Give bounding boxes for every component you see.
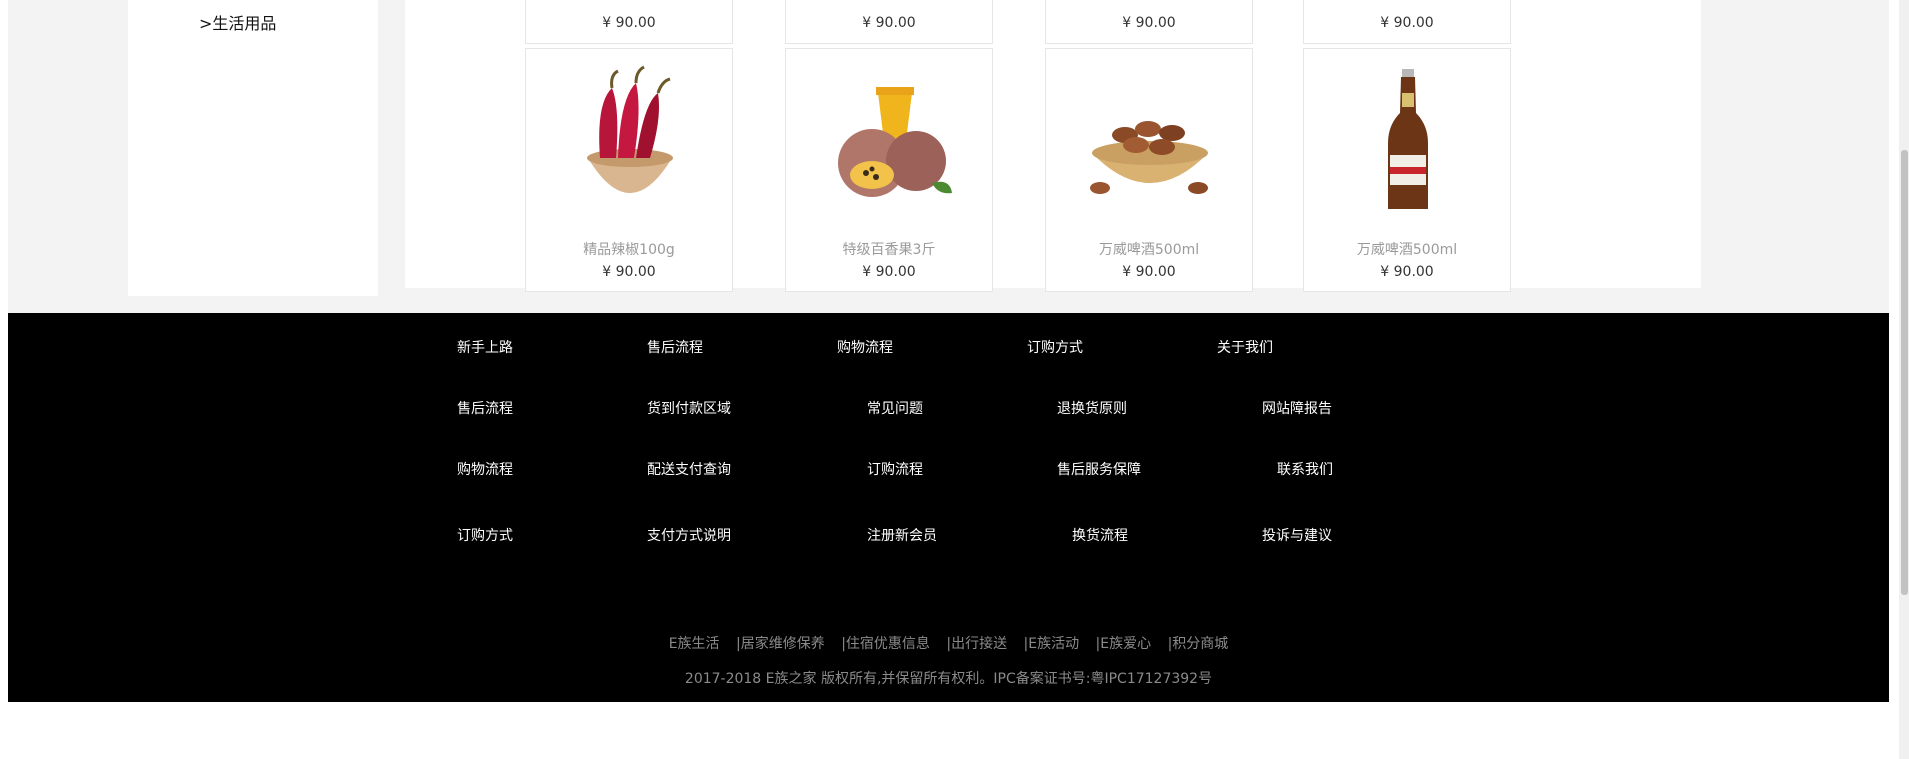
bottom-link[interactable]: |E族爱心 bbox=[1096, 636, 1152, 652]
footer-link[interactable]: 订购流程 bbox=[867, 459, 923, 479]
footer-link[interactable]: 配送支付查询 bbox=[647, 459, 731, 479]
footer-link[interactable]: 购物流程 bbox=[457, 459, 513, 479]
chili-pepper-image bbox=[587, 65, 673, 193]
footer-link[interactable]: 新手上路 bbox=[457, 337, 513, 357]
product-price: ¥ 90.00 bbox=[1122, 15, 1176, 31]
nuts-bowl-image bbox=[1090, 121, 1208, 194]
beer-bottle-image bbox=[1388, 69, 1428, 209]
product-price: ¥ 90.00 bbox=[862, 264, 916, 280]
product-card[interactable]: 精品辣椒100g ¥ 90.00 bbox=[525, 48, 733, 292]
footer-link[interactable]: 支付方式说明 bbox=[647, 525, 731, 545]
passion-fruit-image bbox=[838, 87, 952, 197]
footer-bottom-links: E族生活 |居家维修保养 |住宿优惠信息 |出行接送 |E族活动 |E族爱心 |… bbox=[8, 633, 1889, 653]
product-card[interactable]: ¥ 90.00 bbox=[1045, 0, 1253, 44]
scrollbar-thumb[interactable] bbox=[1901, 150, 1908, 595]
footer-link[interactable]: 订购方式 bbox=[457, 525, 513, 545]
product-grid: ¥ 90.00 ¥ 90.00 ¥ 90.00 ¥ 90.00 精品辣椒100g… bbox=[405, 0, 1701, 292]
footer-link[interactable]: 注册新会员 bbox=[867, 525, 937, 545]
footer-link[interactable]: 联系我们 bbox=[1277, 459, 1333, 479]
footer-link[interactable]: 换货流程 bbox=[1072, 525, 1128, 545]
bottom-link[interactable]: |出行接送 bbox=[946, 636, 1007, 652]
bottom-link[interactable]: |居家维修保养 bbox=[736, 636, 825, 652]
product-price: ¥ 90.00 bbox=[1380, 15, 1434, 31]
site-footer: 新手上路 售后流程 购物流程 订购方式 售后流程 货到付款区域 配送支付查询 支… bbox=[8, 313, 1889, 702]
product-name: 精品辣椒100g bbox=[583, 242, 675, 258]
product-price: ¥ 90.00 bbox=[602, 15, 656, 31]
footer-link[interactable]: 网站障报告 bbox=[1262, 398, 1332, 418]
footer-link[interactable]: 订购方式 bbox=[1027, 337, 1083, 357]
footer-link[interactable]: 售后流程 bbox=[457, 398, 513, 418]
footer-link[interactable]: 退换货原则 bbox=[1057, 398, 1127, 418]
footer-link[interactable]: 购物流程 bbox=[837, 337, 893, 357]
product-price: ¥ 90.00 bbox=[1122, 264, 1176, 280]
footer-link[interactable]: 投诉与建议 bbox=[1262, 525, 1332, 545]
bottom-link[interactable]: |E族活动 bbox=[1024, 636, 1080, 652]
product-price: ¥ 90.00 bbox=[862, 15, 916, 31]
footer-link[interactable]: 常见问题 bbox=[867, 398, 923, 418]
footer-link[interactable]: 售后流程 bbox=[647, 337, 703, 357]
product-card[interactable]: 万威啤酒500ml ¥ 90.00 bbox=[1303, 48, 1511, 292]
copyright-text: 2017-2018 E族之家 版权所有,并保留所有权利。IPC备案证书号:粤IP… bbox=[684, 671, 1213, 687]
product-price: ¥ 90.00 bbox=[602, 264, 656, 280]
footer-link[interactable]: 货到付款区域 bbox=[647, 398, 731, 418]
bottom-link[interactable]: |住宿优惠信息 bbox=[841, 636, 930, 652]
footer-link[interactable]: 售后服务保障 bbox=[1057, 459, 1141, 479]
product-name: 特级百香果3斤 bbox=[842, 242, 936, 258]
bottom-link[interactable]: |积分商城 bbox=[1168, 636, 1229, 652]
product-name: 万威啤酒500ml bbox=[1356, 242, 1458, 258]
footer-link[interactable]: 关于我们 bbox=[1217, 337, 1273, 357]
product-card[interactable]: ¥ 90.00 bbox=[525, 0, 733, 44]
product-name: 万威啤酒500ml bbox=[1098, 242, 1200, 258]
product-price: ¥ 90.00 bbox=[1380, 264, 1434, 280]
product-card[interactable]: 万威啤酒500ml ¥ 90.00 bbox=[1045, 48, 1253, 292]
sidebar-item-daily-goods[interactable]: >生活用品 bbox=[199, 10, 276, 34]
bottom-link[interactable]: E族生活 bbox=[669, 636, 720, 652]
product-card[interactable]: ¥ 90.00 bbox=[1303, 0, 1511, 44]
product-card[interactable]: 特级百香果3斤 ¥ 90.00 bbox=[785, 48, 993, 292]
product-card[interactable]: ¥ 90.00 bbox=[785, 0, 993, 44]
category-sidebar: >生活用品 bbox=[128, 0, 378, 296]
